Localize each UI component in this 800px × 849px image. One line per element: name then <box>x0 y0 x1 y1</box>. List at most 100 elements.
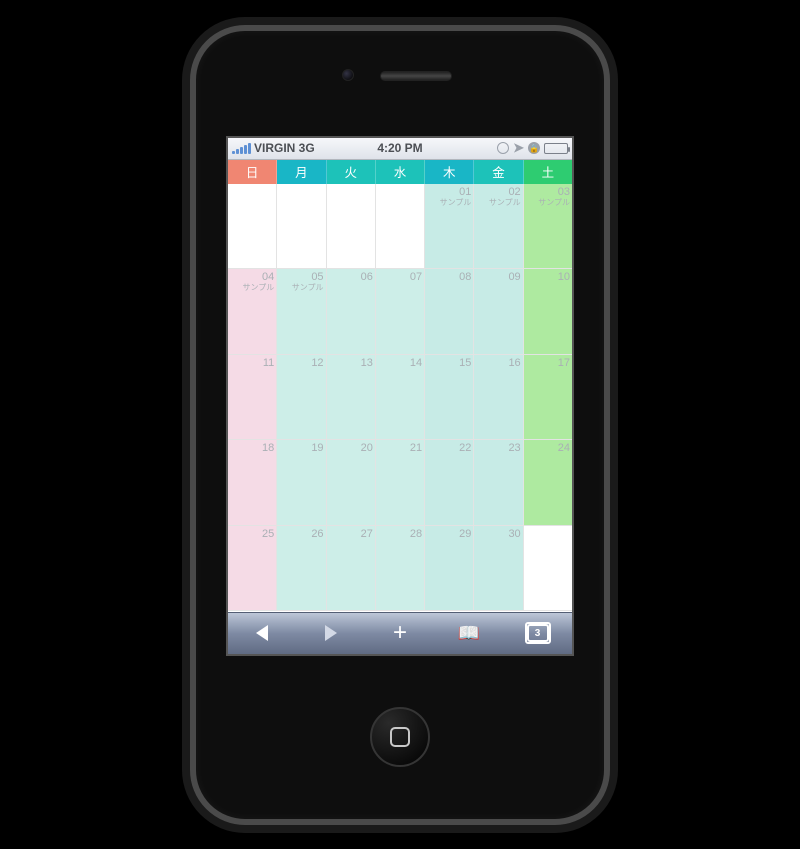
calendar-day-cell[interactable]: 16 <box>474 355 523 441</box>
calendar-grid: 01サンプル02サンプル03サンプル04サンプル05サンプル0607080910… <box>228 184 572 612</box>
loading-icon <box>497 142 509 154</box>
earpiece-speaker <box>380 71 452 81</box>
calendar-day-cell[interactable]: 13 <box>327 355 376 441</box>
day-number: 24 <box>558 443 570 454</box>
clock: 4:20 PM <box>228 141 572 155</box>
day-number: 18 <box>262 443 274 454</box>
day-number: 14 <box>410 358 422 369</box>
home-area <box>370 656 430 819</box>
calendar-day-cell[interactable]: 19 <box>277 440 326 526</box>
calendar-day-cell[interactable]: 14 <box>376 355 425 441</box>
calendar-day-cell[interactable]: 17 <box>524 355 572 441</box>
home-icon <box>390 727 410 747</box>
day-number: 04 <box>262 272 274 283</box>
calendar-day-cell[interactable]: 03サンプル <box>524 184 572 270</box>
phone-frame: VIRGIN 3G 4:20 PM ➤ 🔒 日月火水木金土 01サンプル02サン… <box>190 25 610 825</box>
calendar-day-cell[interactable]: 23 <box>474 440 523 526</box>
calendar-day-cell[interactable]: 28 <box>376 526 425 612</box>
calendar: 日月火水木金土 01サンプル02サンプル03サンプル04サンプル05サンプル06… <box>228 160 572 612</box>
calendar-day-cell[interactable]: 01サンプル <box>425 184 474 270</box>
calendar-day-cell[interactable]: 07 <box>376 269 425 355</box>
calendar-week-row: 1112 13 14 15 16 17 <box>228 355 572 441</box>
weekday-header-cell: 土 <box>524 160 572 184</box>
calendar-day-cell[interactable] <box>524 526 572 612</box>
calendar-day-cell[interactable]: 11 <box>228 355 277 441</box>
weekday-header-cell: 日 <box>228 160 277 184</box>
bookmarks-button[interactable]: 📖 <box>449 618 489 648</box>
forward-icon <box>325 625 337 641</box>
day-number: 15 <box>459 358 471 369</box>
phone-top <box>196 31 604 136</box>
plus-icon: + <box>393 621 407 645</box>
day-number: 19 <box>311 443 323 454</box>
forward-button[interactable] <box>311 618 351 648</box>
calendar-day-cell[interactable]: 06 <box>327 269 376 355</box>
day-number: 25 <box>262 529 274 540</box>
day-number: 22 <box>459 443 471 454</box>
calendar-day-cell[interactable]: 25 <box>228 526 277 612</box>
tabs-icon: 3 <box>527 624 549 642</box>
calendar-day-cell[interactable]: 05サンプル <box>277 269 326 355</box>
day-number: 03 <box>558 187 570 198</box>
calendar-day-cell[interactable]: 24 <box>524 440 572 526</box>
calendar-day-cell[interactable]: 20 <box>327 440 376 526</box>
day-number: 23 <box>508 443 520 454</box>
day-number: 16 <box>508 358 520 369</box>
calendar-day-cell[interactable]: 10 <box>524 269 572 355</box>
calendar-day-cell[interactable]: 15 <box>425 355 474 441</box>
back-icon <box>256 625 268 641</box>
day-event: サンプル <box>243 284 275 292</box>
home-button[interactable] <box>370 707 430 767</box>
calendar-day-cell[interactable]: 04サンプル <box>228 269 277 355</box>
day-number: 10 <box>558 272 570 283</box>
day-number: 09 <box>508 272 520 283</box>
weekday-header-cell: 火 <box>327 160 376 184</box>
calendar-day-cell[interactable]: 18 <box>228 440 277 526</box>
day-event: サンプル <box>440 199 472 207</box>
day-number: 30 <box>508 529 520 540</box>
calendar-day-cell[interactable]: 09 <box>474 269 523 355</box>
calendar-day-cell[interactable] <box>376 184 425 270</box>
calendar-day-cell[interactable]: 12 <box>277 355 326 441</box>
calendar-day-cell[interactable]: 27 <box>327 526 376 612</box>
calendar-week-row: 25 26 2728 29 30 <box>228 526 572 612</box>
calendar-day-cell[interactable]: 02サンプル <box>474 184 523 270</box>
day-number: 01 <box>459 187 471 198</box>
calendar-week-row: 18 19 20 21 22 23 24 <box>228 440 572 526</box>
status-bar: VIRGIN 3G 4:20 PM ➤ 🔒 <box>228 138 572 160</box>
browser-toolbar: + 📖 3 <box>228 612 572 654</box>
day-number: 06 <box>361 272 373 283</box>
calendar-day-cell[interactable]: 26 <box>277 526 326 612</box>
battery-icon <box>544 143 568 154</box>
day-number: 11 <box>263 358 274 369</box>
day-number: 27 <box>361 529 373 540</box>
calendar-day-cell[interactable]: 29 <box>425 526 474 612</box>
day-event: サンプル <box>538 199 570 207</box>
back-button[interactable] <box>242 618 282 648</box>
calendar-week-row: 04サンプル05サンプル0607080910 <box>228 269 572 355</box>
tabs-button[interactable]: 3 <box>518 618 558 648</box>
calendar-day-cell[interactable]: 08 <box>425 269 474 355</box>
day-number: 21 <box>410 443 422 454</box>
day-number: 05 <box>311 272 323 283</box>
weekday-header: 日月火水木金土 <box>228 160 572 184</box>
calendar-day-cell[interactable] <box>228 184 277 270</box>
day-number: 02 <box>508 187 520 198</box>
calendar-day-cell[interactable] <box>277 184 326 270</box>
weekday-header-cell: 木 <box>425 160 474 184</box>
book-icon: 📖 <box>458 623 480 644</box>
calendar-day-cell[interactable]: 21 <box>376 440 425 526</box>
calendar-day-cell[interactable]: 30 <box>474 526 523 612</box>
day-number: 08 <box>459 272 471 283</box>
day-number: 13 <box>361 358 373 369</box>
calendar-day-cell[interactable] <box>327 184 376 270</box>
weekday-header-cell: 水 <box>376 160 425 184</box>
day-number: 26 <box>311 529 323 540</box>
weekday-header-cell: 金 <box>474 160 523 184</box>
calendar-day-cell[interactable]: 22 <box>425 440 474 526</box>
add-button[interactable]: + <box>380 618 420 648</box>
calendar-week-row: 01サンプル02サンプル03サンプル <box>228 184 572 270</box>
day-event: サンプル <box>489 199 521 207</box>
front-camera <box>342 69 354 81</box>
day-number: 29 <box>459 529 471 540</box>
